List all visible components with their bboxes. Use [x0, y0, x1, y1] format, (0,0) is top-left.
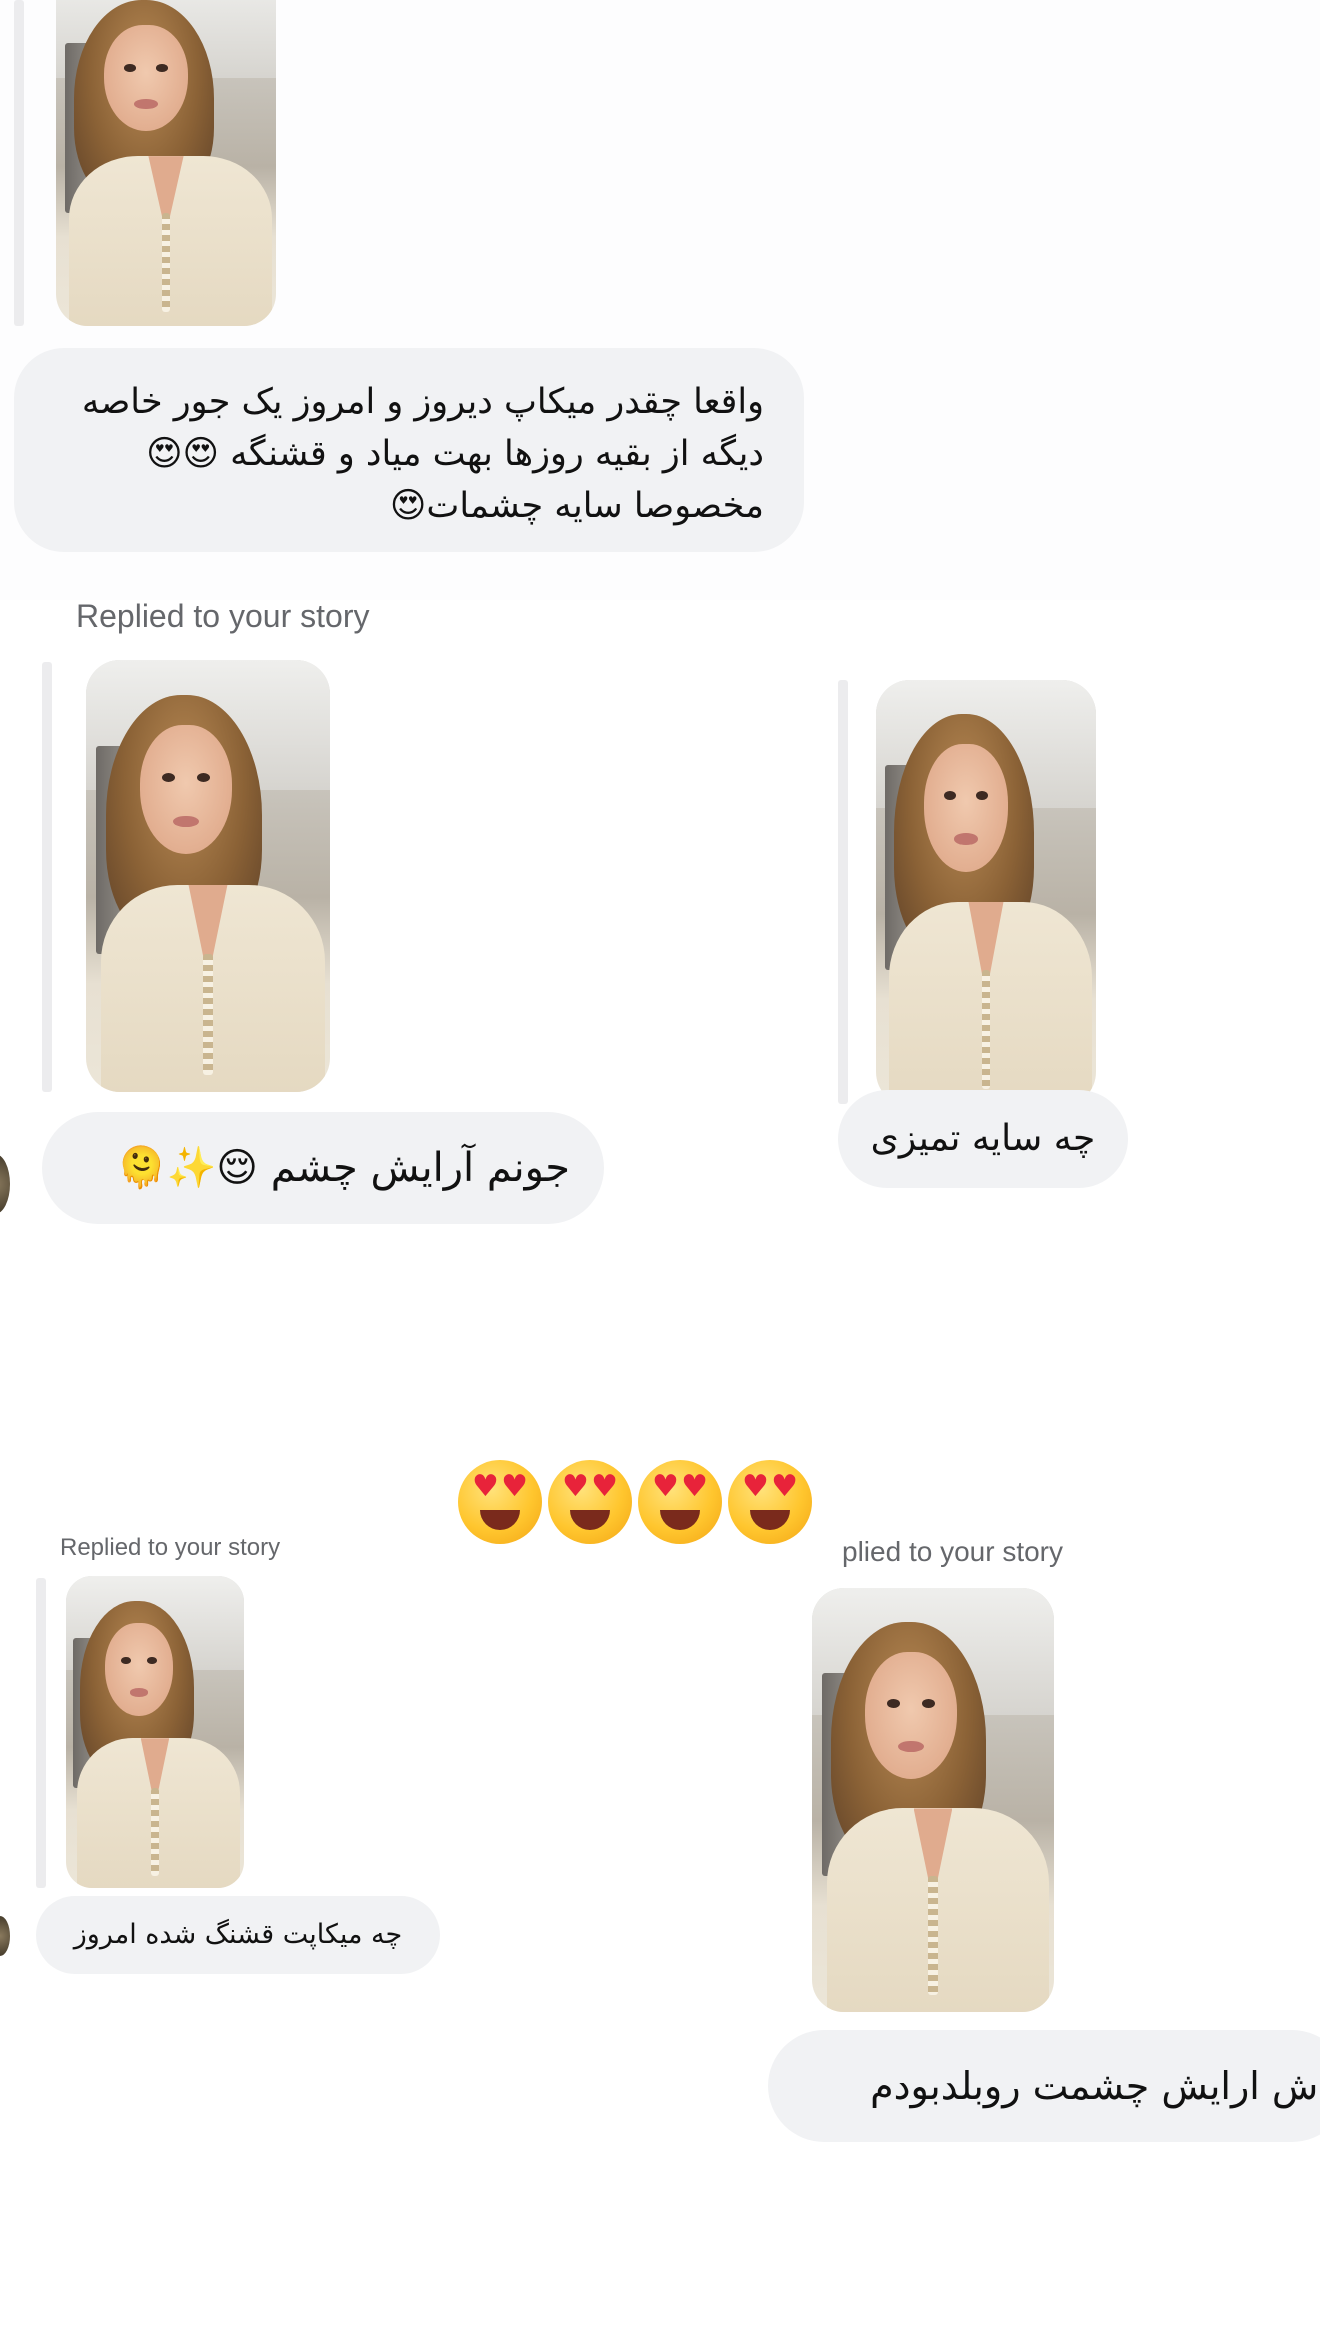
sender-avatar[interactable] — [0, 1916, 10, 1956]
message-text: چه میکاپت قشنگ شده امروز — [73, 1919, 403, 1950]
story-thumbnail[interactable] — [876, 680, 1096, 1106]
message-bubble-5[interactable]: چه میکاپت قشنگ شده امروز — [36, 1896, 440, 1974]
message-bubble-2[interactable]: جونم آرایش چشم 😌✨🫠 — [42, 1112, 604, 1224]
reply-indicator-bar — [838, 680, 848, 1104]
story-thumbnail[interactable] — [812, 1588, 1054, 2012]
conversation-panel-2-left: Replied to your story جونم آرایش چشم 😌✨🫠 — [0, 602, 800, 1262]
story-thumbnail[interactable] — [66, 1576, 244, 1888]
heart-eyes-emoji — [638, 1460, 722, 1544]
message-bubble-6[interactable]: کاش ارایش چشمت روبلدبودم — [768, 2030, 1320, 2142]
message-bubble-1[interactable]: واقعا چقدر میکاپ دیروز و امروز یک جور خا… — [14, 348, 804, 552]
conversation-panel-3-left: Replied to your story چه میکاپت قشنگ شده… — [0, 1520, 520, 2000]
conversation-panel-3-right: plied to your story کاش ارایش چشمت روبلد… — [760, 1540, 1320, 2160]
heart-eyes-emoji — [548, 1460, 632, 1544]
reply-indicator-bar — [36, 1578, 46, 1888]
message-text: جونم آرایش چشم 😌✨🫠 — [116, 1145, 570, 1191]
conversation-panel-1: واقعا چقدر میکاپ دیروز و امروز یک جور خا… — [0, 0, 1320, 600]
reply-indicator-bar — [14, 0, 24, 326]
message-text: واقعا چقدر میکاپ دیروز و امروز یک جور خا… — [81, 382, 764, 526]
story-thumbnail[interactable] — [56, 0, 276, 326]
sender-avatar[interactable] — [0, 1154, 10, 1214]
replied-to-story-label: Replied to your story — [60, 1534, 281, 1561]
conversation-panel-2-right: چه سایه تمیزی — [800, 640, 1320, 1200]
message-text: کاش ارایش چشمت روبلدبودم — [870, 2064, 1320, 2108]
replied-to-story-label: plied to your story — [842, 1540, 1063, 1567]
reply-indicator-bar — [42, 662, 52, 1092]
heart-eyes-emoji — [728, 1460, 812, 1544]
message-bubble-3[interactable]: چه سایه تمیزی — [838, 1090, 1128, 1188]
story-thumbnail[interactable] — [86, 660, 330, 1092]
message-text: چه سایه تمیزی — [870, 1118, 1096, 1159]
replied-to-story-label: Replied to your story — [76, 602, 370, 634]
